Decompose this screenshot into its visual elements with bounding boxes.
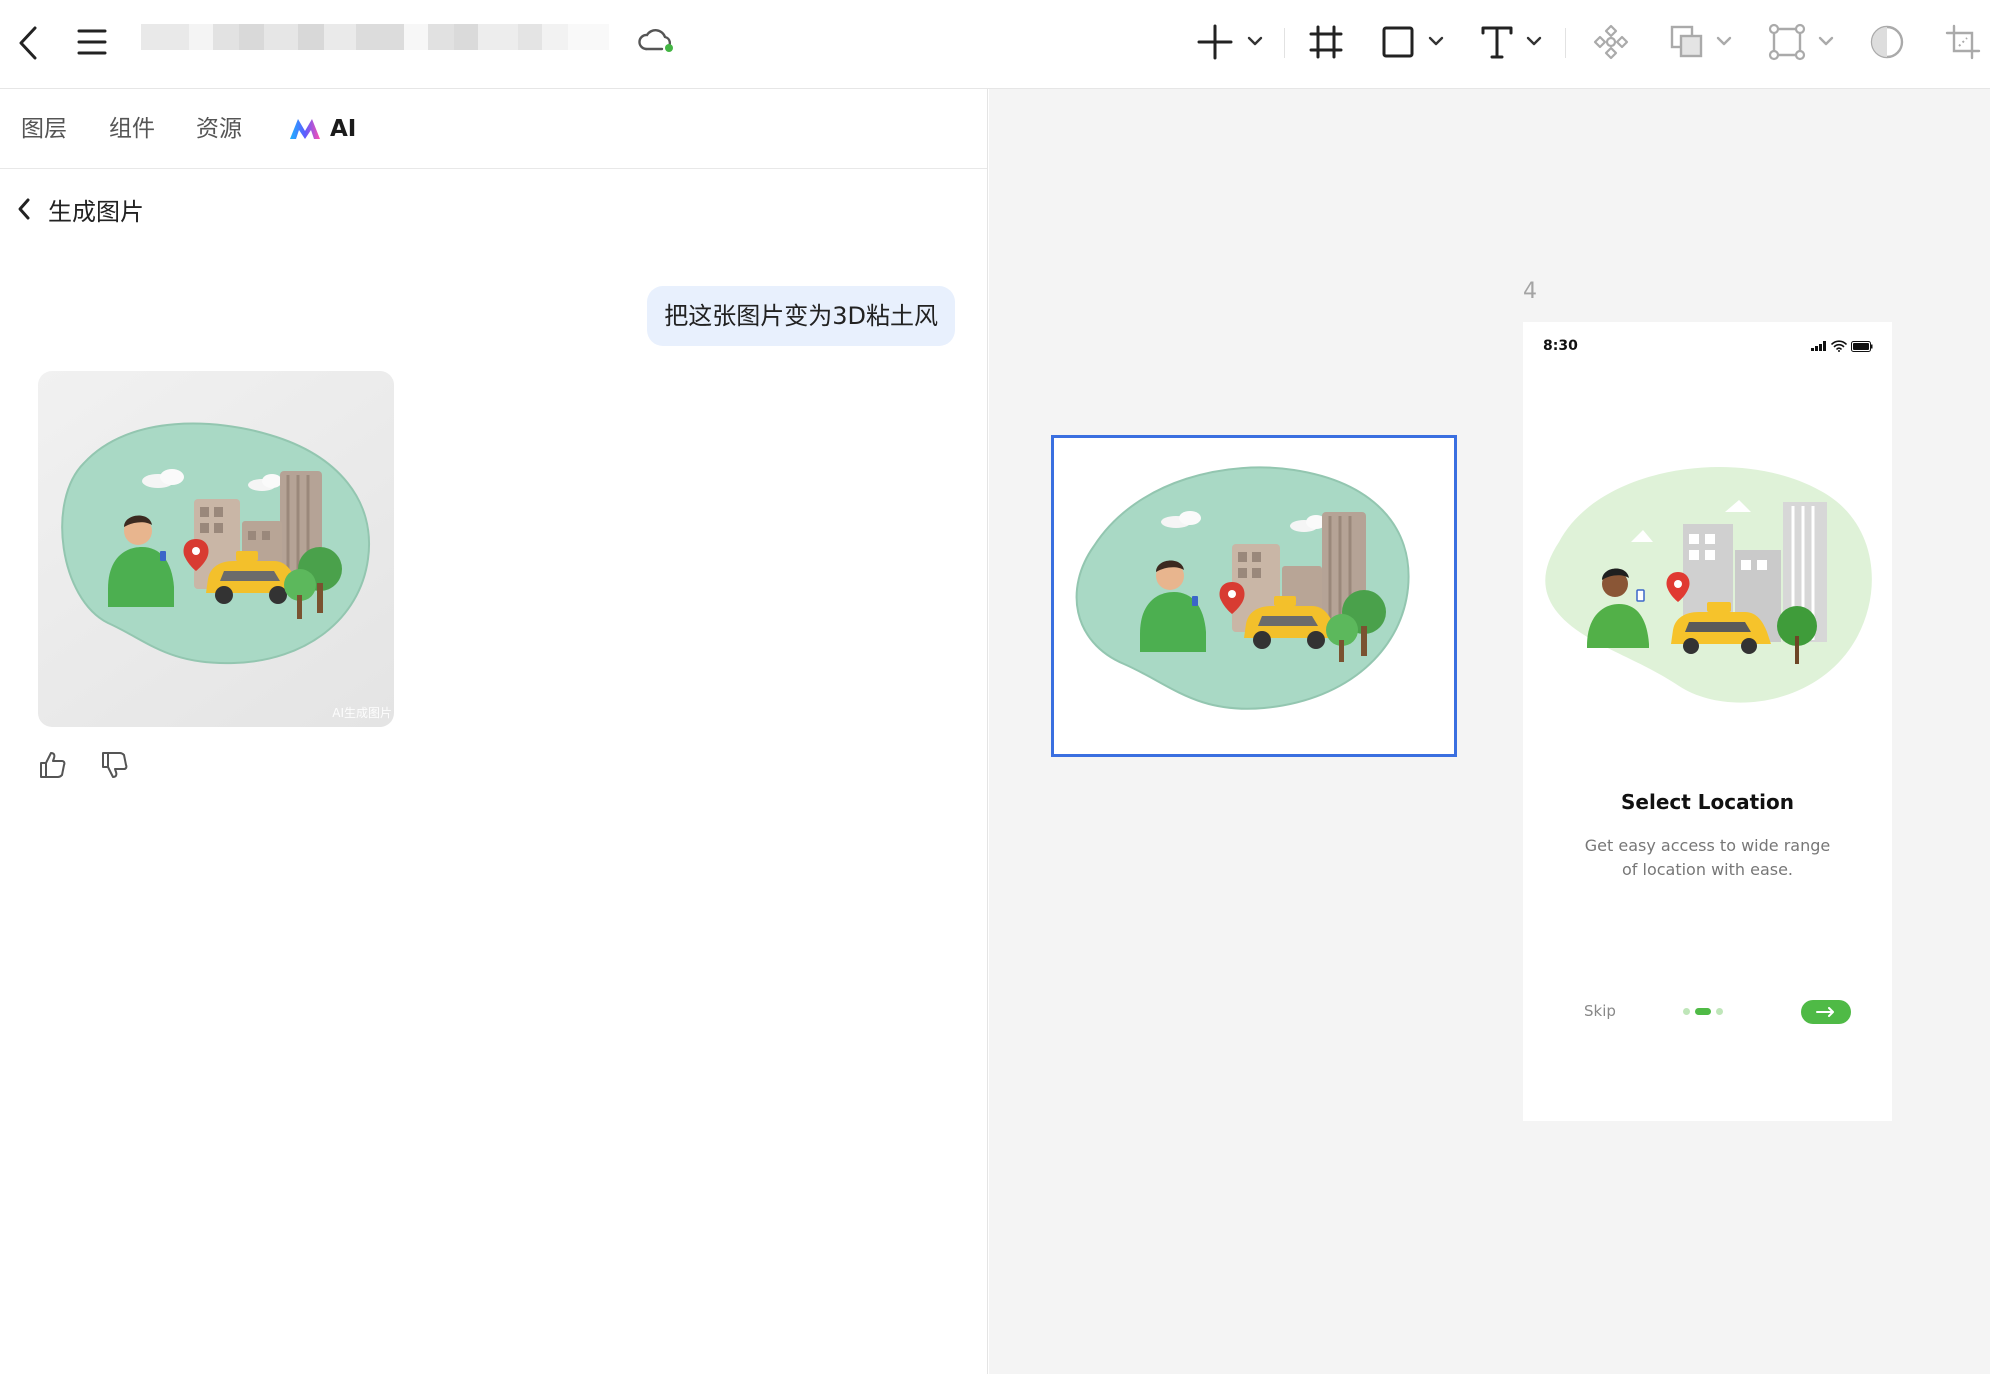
chevron-left-icon[interactable]: [10, 195, 38, 223]
status-icons: [1811, 340, 1873, 352]
thumbs-up-icon[interactable]: [35, 747, 71, 783]
status-time: 8:30: [1543, 338, 1578, 354]
path-icon: [1768, 23, 1834, 61]
thumbs-down-icon[interactable]: [97, 747, 133, 783]
document-title-redacted[interactable]: [141, 24, 611, 50]
ai-logo-icon: [290, 119, 320, 139]
next-button[interactable]: [1801, 1000, 1851, 1024]
select-location-illustration: [1545, 466, 1872, 703]
generated-image[interactable]: AI生成图片: [38, 371, 394, 727]
text-dropdown[interactable]: [1478, 20, 1548, 64]
selected-image-frame[interactable]: [1051, 435, 1457, 757]
arrow-right-icon: [1816, 1007, 1834, 1017]
signal-icon: [1811, 341, 1826, 351]
pager-dots: [1683, 1008, 1723, 1015]
insert-plus-dropdown[interactable]: [1193, 20, 1267, 64]
pager-dot: [1716, 1008, 1723, 1015]
rectangle-icon: [1382, 26, 1444, 58]
tab-components[interactable]: 组件: [109, 113, 155, 145]
clay-city-illustration: [1075, 466, 1410, 710]
status-bar: 8:30: [1543, 336, 1873, 356]
onboarding-title: Select Location: [1621, 790, 1794, 814]
onboarding-screen-frame[interactable]: 8:30 Select Location Get easy access to …: [1523, 322, 1892, 1121]
back-arrow-icon[interactable]: [12, 20, 44, 66]
onboarding-description: Get easy access to wide range of locatio…: [1584, 836, 1831, 879]
ai-watermark: AI生成图片: [332, 706, 392, 720]
panel-tabs: 图层 组件 资源 AI: [0, 89, 987, 169]
top-toolbar: [0, 0, 1990, 89]
left-panel: 图层 组件 资源 AI 生成图片 把这张图片变为3D粘土风 AI生成图片: [0, 89, 988, 1374]
wifi-icon: [1831, 340, 1847, 352]
skip-button[interactable]: Skip: [1584, 1002, 1616, 1020]
crop-icon[interactable]: [1944, 20, 1982, 64]
menu-icon[interactable]: [72, 20, 112, 64]
design-canvas[interactable]: 4 8:30 Select Location Get easy access t…: [989, 89, 1990, 1374]
clay-city-illustration: [61, 422, 371, 665]
rectangle-dropdown[interactable]: [1380, 20, 1450, 64]
path-dropdown[interactable]: [1768, 20, 1840, 64]
frame-label[interactable]: 4: [1523, 279, 1537, 304]
tab-layers[interactable]: 图层: [21, 113, 67, 145]
pager-dot-active: [1695, 1008, 1711, 1015]
contrast-icon[interactable]: [1868, 20, 1906, 64]
subpage-title: 生成图片: [48, 197, 144, 226]
subpage-header[interactable]: 生成图片: [10, 189, 144, 229]
plus-icon: [1197, 24, 1263, 60]
tab-ai[interactable]: AI: [288, 113, 356, 145]
user-message-bubble: 把这张图片变为3D粘土风: [647, 286, 955, 346]
tab-ai-label: AI: [330, 116, 357, 142]
component-icon[interactable]: [1592, 20, 1630, 64]
frame-icon[interactable]: [1308, 20, 1344, 64]
cloud-sync-icon: [636, 24, 676, 60]
boolean-dropdown[interactable]: [1668, 20, 1740, 64]
boolean-icon: [1670, 25, 1732, 58]
toolbar-divider: [1565, 28, 1566, 58]
battery-icon: [1851, 340, 1873, 352]
pager-dot: [1683, 1008, 1690, 1015]
tab-assets[interactable]: 资源: [196, 113, 242, 145]
text-icon: [1481, 26, 1542, 59]
toolbar-divider: [1284, 28, 1285, 58]
